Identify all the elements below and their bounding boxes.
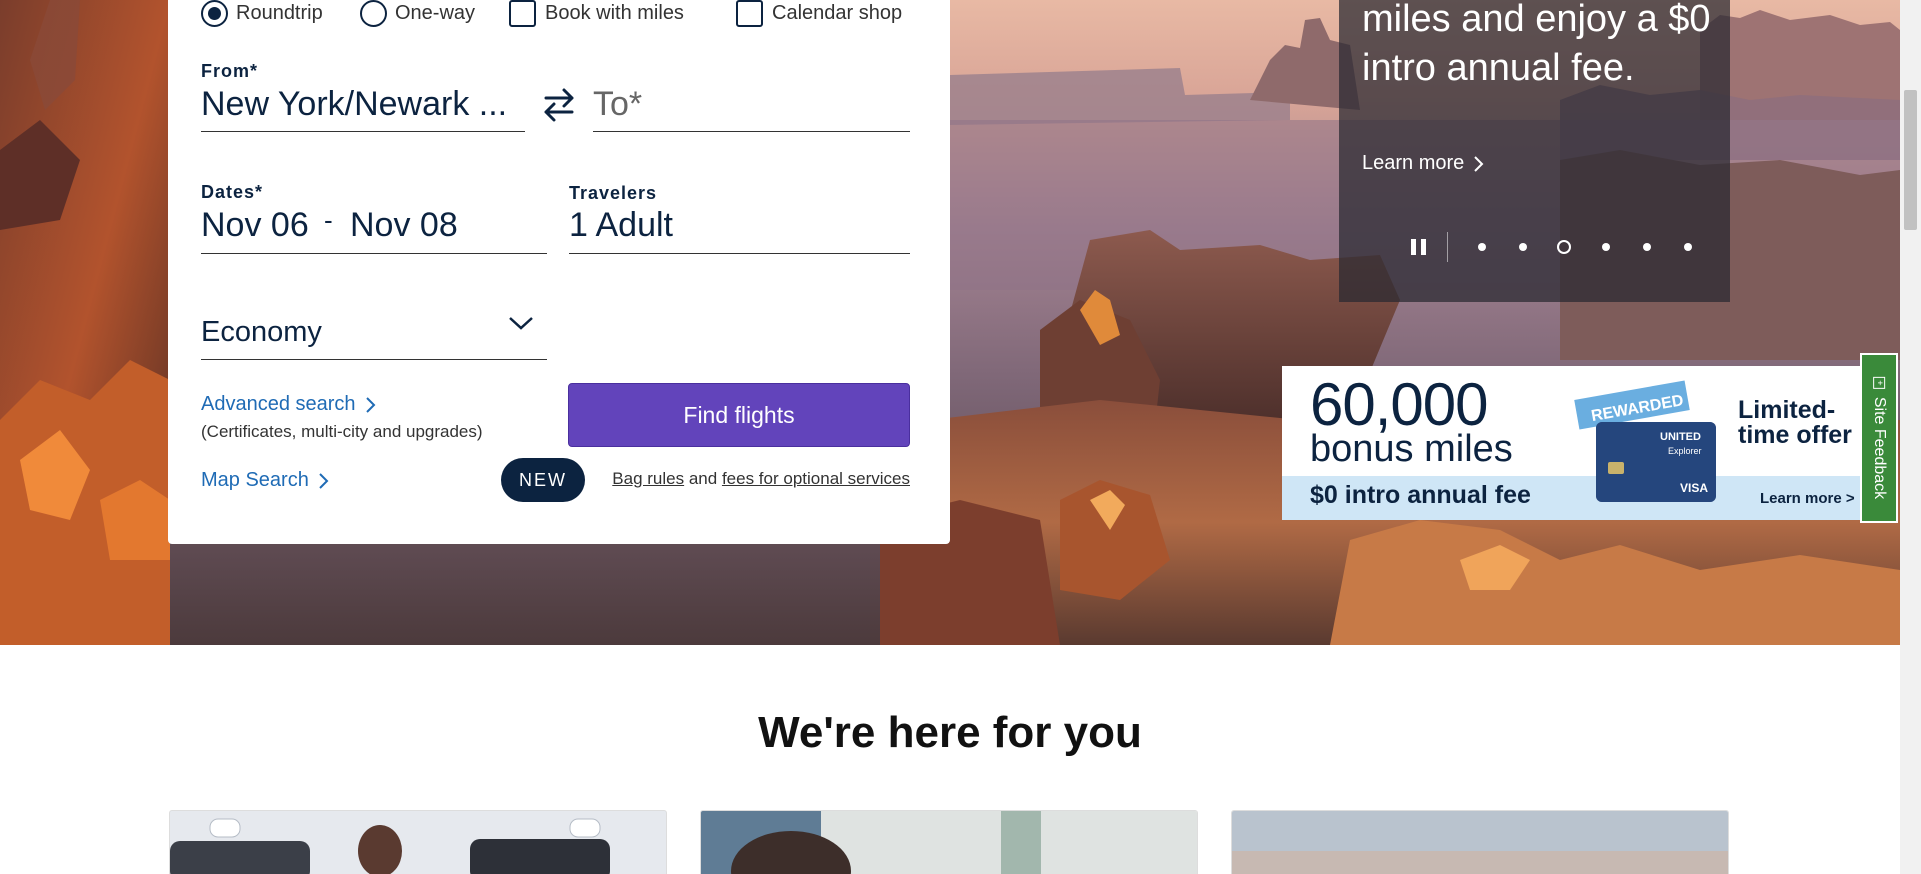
credit-card-image: REWARDED UNITED Explorer VISA <box>1574 380 1716 502</box>
new-badge: NEW <box>501 458 585 502</box>
one-way-radio[interactable]: One-way <box>360 0 475 27</box>
ad-bonus-text: bonus miles <box>1310 428 1513 470</box>
card-brand-text: UNITED <box>1660 431 1701 443</box>
chevron-right-icon <box>1474 155 1484 172</box>
swap-airports-icon[interactable] <box>540 85 578 125</box>
ad-fee-text: $0 intro annual fee <box>1310 481 1531 509</box>
help-tile-sky-image[interactable] <box>1231 810 1729 874</box>
promo-learn-more-label: Learn more <box>1362 152 1465 174</box>
credit-card-ad[interactable]: 60,000 bonus miles $0 intro annual fee R… <box>1282 366 1862 520</box>
promo-carousel: miles and enjoy a $0 intro annual fee. L… <box>1339 0 1730 302</box>
help-tile-person-image[interactable] <box>700 810 1198 874</box>
carousel-dot[interactable] <box>1519 243 1527 251</box>
checkbox-icon <box>509 0 536 27</box>
site-feedback-label: Site Feedback <box>1871 396 1888 500</box>
help-tile-cabin-image[interactable] <box>169 810 667 874</box>
travelers-input[interactable]: 1 Adult <box>569 206 910 254</box>
book-with-miles-checkbox[interactable]: Book with miles <box>509 0 684 27</box>
advanced-search-sub: (Certificates, multi-city and upgrades) <box>201 422 483 441</box>
site-feedback-tab[interactable]: + Site Feedback <box>1860 353 1898 523</box>
start-date: Nov 06 <box>201 206 309 244</box>
roundtrip-radio[interactable]: Roundtrip <box>201 0 323 27</box>
one-way-label: One-way <box>395 2 476 24</box>
scrollbar-thumb[interactable] <box>1904 90 1917 230</box>
end-date: Nov 08 <box>350 206 458 244</box>
chevron-right-icon <box>319 472 329 489</box>
travelers-label: Travelers <box>569 183 658 203</box>
advanced-search: Advanced search (Certificates, multi-cit… <box>201 393 483 442</box>
section-heading: We're here for you <box>758 708 1142 757</box>
vertical-scrollbar[interactable] <box>1900 0 1921 874</box>
from-label: From* <box>201 61 259 81</box>
feedback-icon: + <box>1873 376 1885 389</box>
from-input[interactable]: New York/Newark ... <box>201 85 525 132</box>
optional-fees-link[interactable]: fees for optional services <box>722 469 910 488</box>
book-with-miles-label: Book with miles <box>545 2 684 24</box>
roundtrip-label: Roundtrip <box>236 2 323 24</box>
dates-label: Dates* <box>201 182 264 202</box>
card-name-text: Explorer <box>1668 446 1702 456</box>
promo-learn-more-link[interactable]: Learn more <box>1362 152 1486 175</box>
date-separator: - <box>324 205 333 235</box>
trip-type-options: Roundtrip One-way Book with miles Calend… <box>168 0 950 30</box>
radio-unselected-icon <box>360 0 387 27</box>
promo-text: miles and enjoy a $0 intro annual fee. <box>1362 0 1711 89</box>
radio-selected-icon <box>201 0 228 27</box>
cabin-value: Economy <box>201 316 322 348</box>
carousel-controls <box>1411 232 1701 262</box>
pause-icon[interactable] <box>1411 239 1427 255</box>
bag-rules-link[interactable]: Bag rules <box>612 469 684 488</box>
controls-divider <box>1447 232 1448 262</box>
flight-booking-panel: Roundtrip One-way Book with miles Calend… <box>168 0 950 544</box>
cabin-seats-image <box>170 811 666 874</box>
chevron-down-icon <box>509 317 533 330</box>
carousel-dot[interactable] <box>1478 243 1486 251</box>
advanced-search-link[interactable]: Advanced search <box>201 393 483 416</box>
calendar-shop-checkbox[interactable]: Calendar shop <box>736 0 902 27</box>
carousel-dot[interactable] <box>1684 243 1692 251</box>
map-search-link[interactable]: Map Search <box>201 469 331 492</box>
ad-learn-more: Learn more > <box>1760 490 1855 507</box>
page: Roundtrip One-way Book with miles Calend… <box>0 0 1921 874</box>
carousel-dot[interactable] <box>1602 243 1610 251</box>
calendar-shop-label: Calendar shop <box>772 2 903 24</box>
person-image <box>701 811 1197 874</box>
carousel-dot-active[interactable] <box>1557 240 1571 254</box>
checkbox-icon <box>736 0 763 27</box>
card-network-text: VISA <box>1680 481 1708 495</box>
carousel-dot[interactable] <box>1643 243 1651 251</box>
find-flights-button[interactable]: Find flights <box>568 383 910 447</box>
ad-offer-text: Limited-time offer <box>1738 396 1852 449</box>
cabin-select[interactable]: Economy <box>201 310 547 360</box>
bag-info-connector: and <box>688 469 718 488</box>
chevron-right-icon <box>365 396 375 413</box>
sky-image <box>1232 811 1728 874</box>
advanced-search-label: Advanced search <box>201 393 356 415</box>
map-search-label: Map Search <box>201 469 309 491</box>
to-input[interactable]: To* <box>593 85 910 132</box>
bag-info: Bag rules and fees for optional services <box>608 469 910 489</box>
